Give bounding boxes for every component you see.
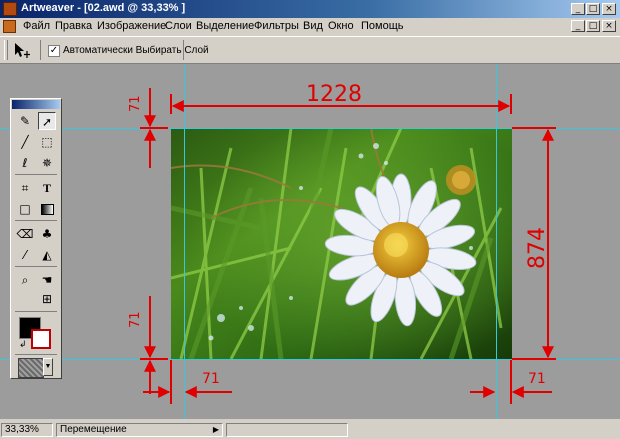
menu-filters[interactable]: Фильтры bbox=[254, 20, 299, 32]
toolbox-separator bbox=[15, 266, 57, 267]
doc-restore-button[interactable]: □ bbox=[586, 20, 600, 32]
zoom-tool-icon[interactable]: ⌕ bbox=[16, 271, 34, 289]
eraser-tool-icon[interactable]: ⌫ bbox=[16, 225, 34, 243]
grid-tool-icon[interactable]: ⊞ bbox=[38, 290, 56, 308]
clone-stamp-tool-icon[interactable]: ♣ bbox=[38, 225, 56, 243]
window-title: Artweaver - [02.awd @ 33,33% ] bbox=[21, 2, 186, 14]
toolbox-panel: ✎ ➚ ╱ ⬚ ℓ ✵ ⌗ T □ ⌫ ♣ ⁄ ◭ ⌕ ☚ ⊞ ↲ ▼ bbox=[10, 98, 62, 379]
zoom-level[interactable]: 33,33% bbox=[1, 423, 53, 437]
left-margin-label: 71 bbox=[202, 371, 220, 387]
menu-view[interactable]: Вид bbox=[303, 20, 323, 32]
auto-select-checkbox[interactable]: ✓ bbox=[48, 45, 60, 57]
menu-edit[interactable]: Правка bbox=[55, 20, 92, 32]
bottom-margin-label: 71 bbox=[128, 311, 143, 328]
height-label: 874 bbox=[525, 227, 550, 269]
maximize-button[interactable]: □ bbox=[586, 3, 600, 15]
document-icon[interactable] bbox=[3, 20, 16, 33]
paint-bucket-tool-icon[interactable]: ◭ bbox=[38, 246, 56, 264]
hand-tool-icon[interactable]: ☚ bbox=[38, 271, 56, 289]
toolbar-separator bbox=[40, 40, 41, 60]
magic-wand-tool-icon[interactable]: ✵ bbox=[38, 154, 56, 172]
menu-window[interactable]: Окно bbox=[328, 20, 354, 32]
toolbar-grip[interactable] bbox=[4, 40, 8, 60]
eyedropper-tool-icon[interactable]: ⁄ bbox=[16, 246, 34, 264]
gradient-tool-icon[interactable] bbox=[38, 200, 56, 218]
top-margin-label: 71 bbox=[128, 95, 143, 112]
current-tool-status: Перемещение ▶ bbox=[56, 423, 223, 437]
toolbox-separator bbox=[15, 311, 57, 312]
workspace[interactable]: 1228 874 71 71 71 71 ✎ ➚ ╱ ⬚ ℓ ✵ ⌗ T □ ⌫… bbox=[0, 64, 620, 419]
rectangle-tool-icon[interactable]: □ bbox=[16, 200, 34, 218]
menu-help[interactable]: Помощь bbox=[361, 20, 404, 32]
menu-layers[interactable]: Слои bbox=[165, 20, 192, 32]
menu-image[interactable]: Изображение bbox=[97, 20, 166, 32]
minimize-button[interactable]: _ bbox=[571, 3, 585, 15]
swap-colors-icon[interactable]: ↲ bbox=[19, 339, 27, 350]
options-toolbar: ✓ Автоматически Выбирать Слой bbox=[0, 36, 620, 64]
menu-file[interactable]: Файл bbox=[23, 20, 50, 32]
toolbox-separator bbox=[15, 220, 57, 221]
toolbox-separator bbox=[15, 174, 57, 175]
crop-tool-icon[interactable]: ⌗ bbox=[16, 179, 34, 197]
move-tool-icon[interactable]: ➚ bbox=[38, 112, 56, 130]
brush-preset-preview[interactable] bbox=[18, 358, 44, 378]
status-info-pane bbox=[226, 423, 348, 437]
auto-select-label: Автоматически Выбирать Слой bbox=[63, 45, 209, 56]
close-button[interactable]: × bbox=[602, 3, 616, 15]
background-color-swatch[interactable] bbox=[31, 329, 51, 349]
chevron-right-icon[interactable]: ▶ bbox=[213, 424, 219, 436]
toolbox-separator bbox=[15, 354, 57, 355]
chevron-down-icon[interactable]: ▼ bbox=[43, 358, 53, 376]
toolbar-separator bbox=[183, 40, 184, 60]
move-tool-icon[interactable] bbox=[13, 42, 33, 59]
doc-minimize-button[interactable]: _ bbox=[571, 20, 585, 32]
toolbox-title-bar[interactable] bbox=[12, 100, 60, 109]
current-tool-label: Перемещение bbox=[60, 424, 127, 435]
text-tool-icon[interactable]: T bbox=[38, 179, 56, 197]
status-bar: 33,33% Перемещение ▶ bbox=[0, 421, 620, 439]
brush-tool-icon[interactable]: ✎ bbox=[16, 112, 34, 130]
title-bar: Artweaver - [02.awd @ 33,33% ] _ □ × bbox=[0, 0, 620, 18]
right-margin-label: 71 bbox=[528, 371, 546, 387]
line-tool-icon[interactable]: ╱ bbox=[16, 133, 34, 151]
menu-select[interactable]: Выделение bbox=[196, 20, 254, 32]
lasso-tool-icon[interactable]: ℓ bbox=[16, 154, 34, 172]
menu-bar: Файл Правка Изображение Слои Выделение Ф… bbox=[0, 18, 620, 35]
app-icon[interactable] bbox=[3, 2, 17, 16]
width-label: 1228 bbox=[306, 82, 362, 107]
rect-select-tool-icon[interactable]: ⬚ bbox=[38, 133, 56, 151]
doc-close-button[interactable]: × bbox=[602, 20, 616, 32]
